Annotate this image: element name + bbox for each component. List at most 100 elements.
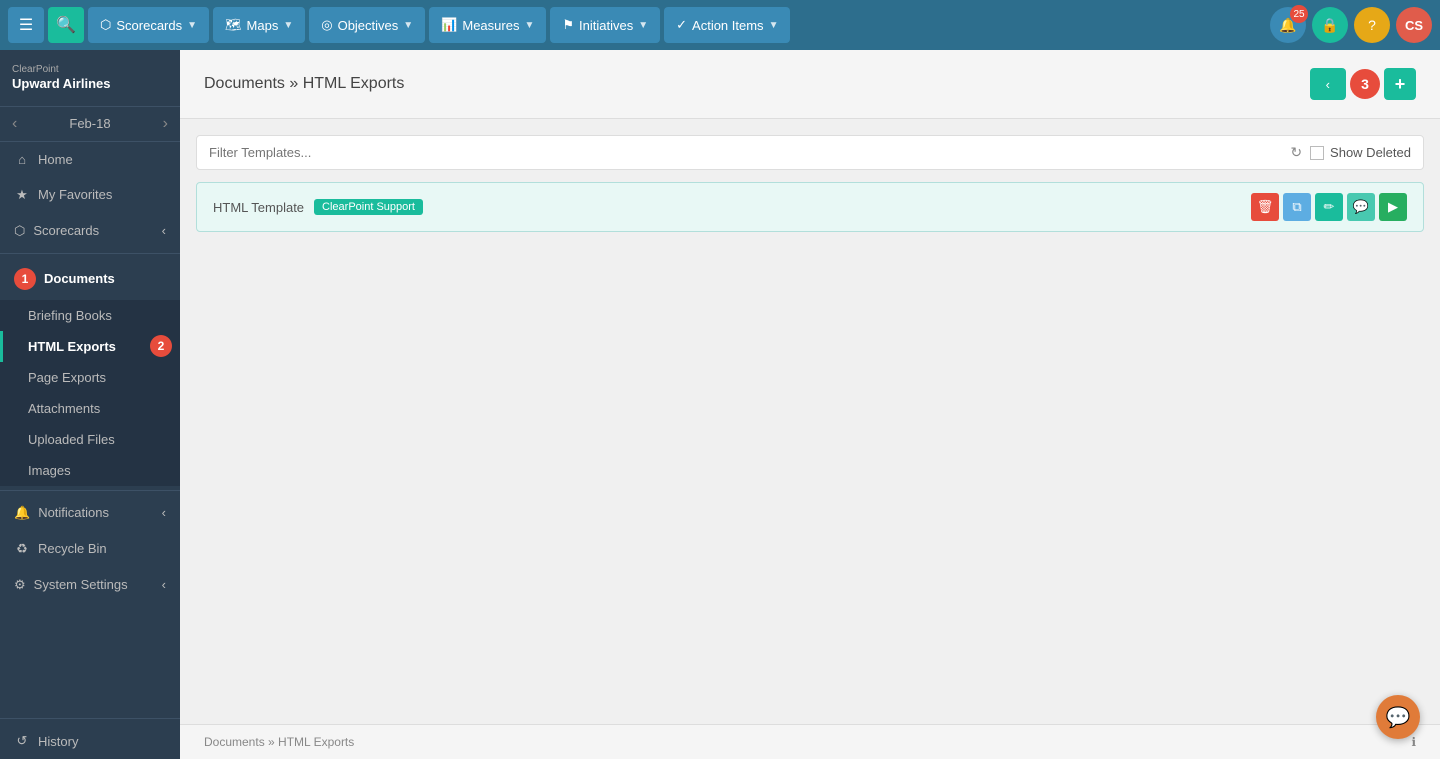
prev-template-btn[interactable]: ‹ bbox=[1310, 68, 1346, 100]
page-exports-item[interactable]: Page Exports bbox=[0, 362, 180, 393]
briefing-books-item[interactable]: Briefing Books bbox=[0, 300, 180, 331]
notifications-bell-button[interactable]: 🔔 25 bbox=[1270, 7, 1306, 43]
maps-nav-label: Maps bbox=[247, 18, 279, 33]
search-button[interactable]: 🔍 bbox=[48, 7, 84, 43]
user-avatar-button[interactable]: CS bbox=[1396, 7, 1432, 43]
sidebar-bottom: ↺ History bbox=[0, 714, 180, 759]
sidebar-history[interactable]: ↺ History bbox=[0, 723, 180, 759]
action-items-nav-icon: ✓ bbox=[676, 17, 687, 33]
filter-input[interactable] bbox=[209, 145, 1282, 160]
filter-actions: ↻ Show Deleted bbox=[1290, 144, 1411, 161]
scorecards-nav-label: Scorecards bbox=[116, 18, 182, 33]
edit-template-button[interactable]: ✏ bbox=[1315, 193, 1343, 221]
action-items-nav-button[interactable]: ✓ Action Items ▼ bbox=[664, 7, 790, 43]
history-label: History bbox=[38, 734, 78, 749]
favorites-label: My Favorites bbox=[38, 187, 112, 202]
objectives-nav-label: Objectives bbox=[338, 18, 399, 33]
measures-nav-button[interactable]: 📊 Measures ▼ bbox=[429, 7, 546, 43]
sidebar-documents-section[interactable]: 1 Documents bbox=[0, 258, 180, 300]
sidebar-item-scorecards[interactable]: ⬡ Scorecards ‹ bbox=[0, 213, 180, 249]
annotation-3: 3 bbox=[1350, 69, 1380, 99]
objectives-nav-icon: ◎ bbox=[321, 17, 332, 33]
scorecards-sidebar-label: Scorecards bbox=[33, 223, 99, 238]
footer-info-icon: ℹ bbox=[1411, 735, 1416, 749]
sidebar-recycle-bin[interactable]: ♻ Recycle Bin bbox=[0, 531, 180, 567]
annotation-2: 2 bbox=[150, 335, 172, 357]
measures-nav-icon: 📊 bbox=[441, 17, 457, 33]
initiatives-nav-button[interactable]: ⚑ Initiatives ▼ bbox=[550, 7, 660, 43]
period-next-arrow[interactable]: › bbox=[163, 115, 168, 133]
main-content: Documents » HTML Exports ‹ 3 + ↻ bbox=[180, 50, 1440, 759]
lock-button[interactable]: 🔒 bbox=[1312, 7, 1348, 43]
system-settings-icon: ⚙ bbox=[14, 577, 26, 593]
chat-icon: 💬 bbox=[1386, 705, 1411, 730]
recycle-bin-label: Recycle Bin bbox=[38, 541, 107, 556]
notification-badge: 25 bbox=[1290, 5, 1308, 23]
sidebar-item-home[interactable]: ⌂ Home bbox=[0, 142, 180, 177]
html-exports-item[interactable]: HTML Exports 2 bbox=[0, 331, 180, 362]
sidebar-logo: ClearPoint Upward Airlines bbox=[0, 50, 180, 107]
scorecards-sidebar-icon: ⬡ bbox=[14, 223, 25, 239]
notifications-sidebar-icon: 🔔 bbox=[14, 505, 30, 521]
sidebar-system-settings-section[interactable]: ⚙ System Settings ‹ bbox=[0, 567, 180, 603]
top-navigation: ☰ 🔍 ⬡ Scorecards ▼ 🗺 Maps ▼ ◎ Objectives… bbox=[0, 0, 1440, 50]
help-button[interactable]: ? bbox=[1354, 7, 1390, 43]
template-badge: ClearPoint Support bbox=[314, 199, 423, 215]
show-deleted-label[interactable]: Show Deleted bbox=[1310, 145, 1411, 160]
scorecards-chevron-icon: ▼ bbox=[187, 20, 197, 31]
html-exports-label: HTML Exports bbox=[28, 339, 116, 354]
main-layout: ClearPoint Upward Airlines ‹ Feb-18 › ⌂ … bbox=[0, 50, 1440, 759]
comment-template-button[interactable]: 💬 bbox=[1347, 193, 1375, 221]
system-settings-label: System Settings bbox=[34, 577, 128, 592]
logo-line2: Upward Airlines bbox=[12, 76, 110, 92]
filter-bar: ↻ Show Deleted bbox=[196, 135, 1424, 170]
question-icon: ? bbox=[1368, 17, 1376, 33]
objectives-chevron-icon: ▼ bbox=[403, 20, 413, 31]
logo-line1: ClearPoint bbox=[12, 64, 110, 76]
period-selector[interactable]: ‹ Feb-18 › bbox=[0, 107, 180, 142]
run-template-button[interactable]: ▶ bbox=[1379, 193, 1407, 221]
divider-3 bbox=[0, 718, 180, 719]
annotation-1: 1 bbox=[14, 268, 36, 290]
star-icon: ★ bbox=[14, 187, 30, 203]
search-icon: 🔍 bbox=[56, 15, 76, 35]
attachments-item[interactable]: Attachments bbox=[0, 393, 180, 424]
period-prev-arrow[interactable]: ‹ bbox=[12, 115, 17, 133]
nav-right-actions: 🔔 25 🔒 ? CS bbox=[1270, 7, 1432, 43]
hamburger-button[interactable]: ☰ bbox=[8, 7, 44, 43]
footer-breadcrumb: Documents » HTML Exports bbox=[204, 735, 354, 749]
template-row-left: HTML Template ClearPoint Support bbox=[213, 199, 423, 215]
history-icon: ↺ bbox=[14, 733, 30, 749]
add-template-button[interactable]: + bbox=[1384, 68, 1416, 100]
copy-template-button[interactable]: ⧉ bbox=[1283, 193, 1311, 221]
user-initials: CS bbox=[1405, 18, 1423, 33]
show-deleted-checkbox[interactable] bbox=[1310, 146, 1324, 160]
images-item[interactable]: Images bbox=[0, 455, 180, 486]
template-actions: 🗑 ⧉ ✏ 💬 ▶ bbox=[1251, 193, 1407, 221]
documents-icon: 1 bbox=[14, 268, 36, 290]
scorecards-nav-button[interactable]: ⬡ Scorecards ▼ bbox=[88, 7, 209, 43]
documents-submenu: Briefing Books HTML Exports 2 Page Expor… bbox=[0, 300, 180, 486]
recycle-bin-icon: ♻ bbox=[14, 541, 30, 557]
template-label: HTML Template bbox=[213, 200, 304, 215]
action-items-chevron-icon: ▼ bbox=[769, 20, 779, 31]
initiatives-nav-icon: ⚑ bbox=[562, 17, 574, 33]
uploaded-files-item[interactable]: Uploaded Files bbox=[0, 424, 180, 455]
delete-template-button[interactable]: 🗑 bbox=[1251, 193, 1279, 221]
hamburger-icon: ☰ bbox=[19, 15, 33, 35]
template-row: HTML Template ClearPoint Support 🗑 ⧉ ✏ 💬… bbox=[196, 182, 1424, 232]
annotation-3-container: 3 bbox=[1350, 69, 1380, 99]
sidebar-item-favorites[interactable]: ★ My Favorites bbox=[0, 177, 180, 213]
objectives-nav-button[interactable]: ◎ Objectives ▼ bbox=[309, 7, 425, 43]
content-area: ↻ Show Deleted HTML Template ClearPoint … bbox=[180, 119, 1440, 724]
page-footer: Documents » HTML Exports ℹ bbox=[180, 724, 1440, 759]
notifications-arrow: ‹ bbox=[162, 505, 166, 520]
refresh-icon[interactable]: ↻ bbox=[1290, 144, 1302, 161]
home-label: Home bbox=[38, 152, 73, 167]
chat-button[interactable]: 💬 bbox=[1376, 695, 1420, 739]
maps-nav-button[interactable]: 🗺 Maps ▼ bbox=[213, 7, 305, 43]
sidebar-notifications-section[interactable]: 🔔 Notifications ‹ bbox=[0, 495, 180, 531]
home-icon: ⌂ bbox=[14, 152, 30, 167]
scorecards-nav-icon: ⬡ bbox=[100, 17, 111, 33]
maps-chevron-icon: ▼ bbox=[283, 20, 293, 31]
